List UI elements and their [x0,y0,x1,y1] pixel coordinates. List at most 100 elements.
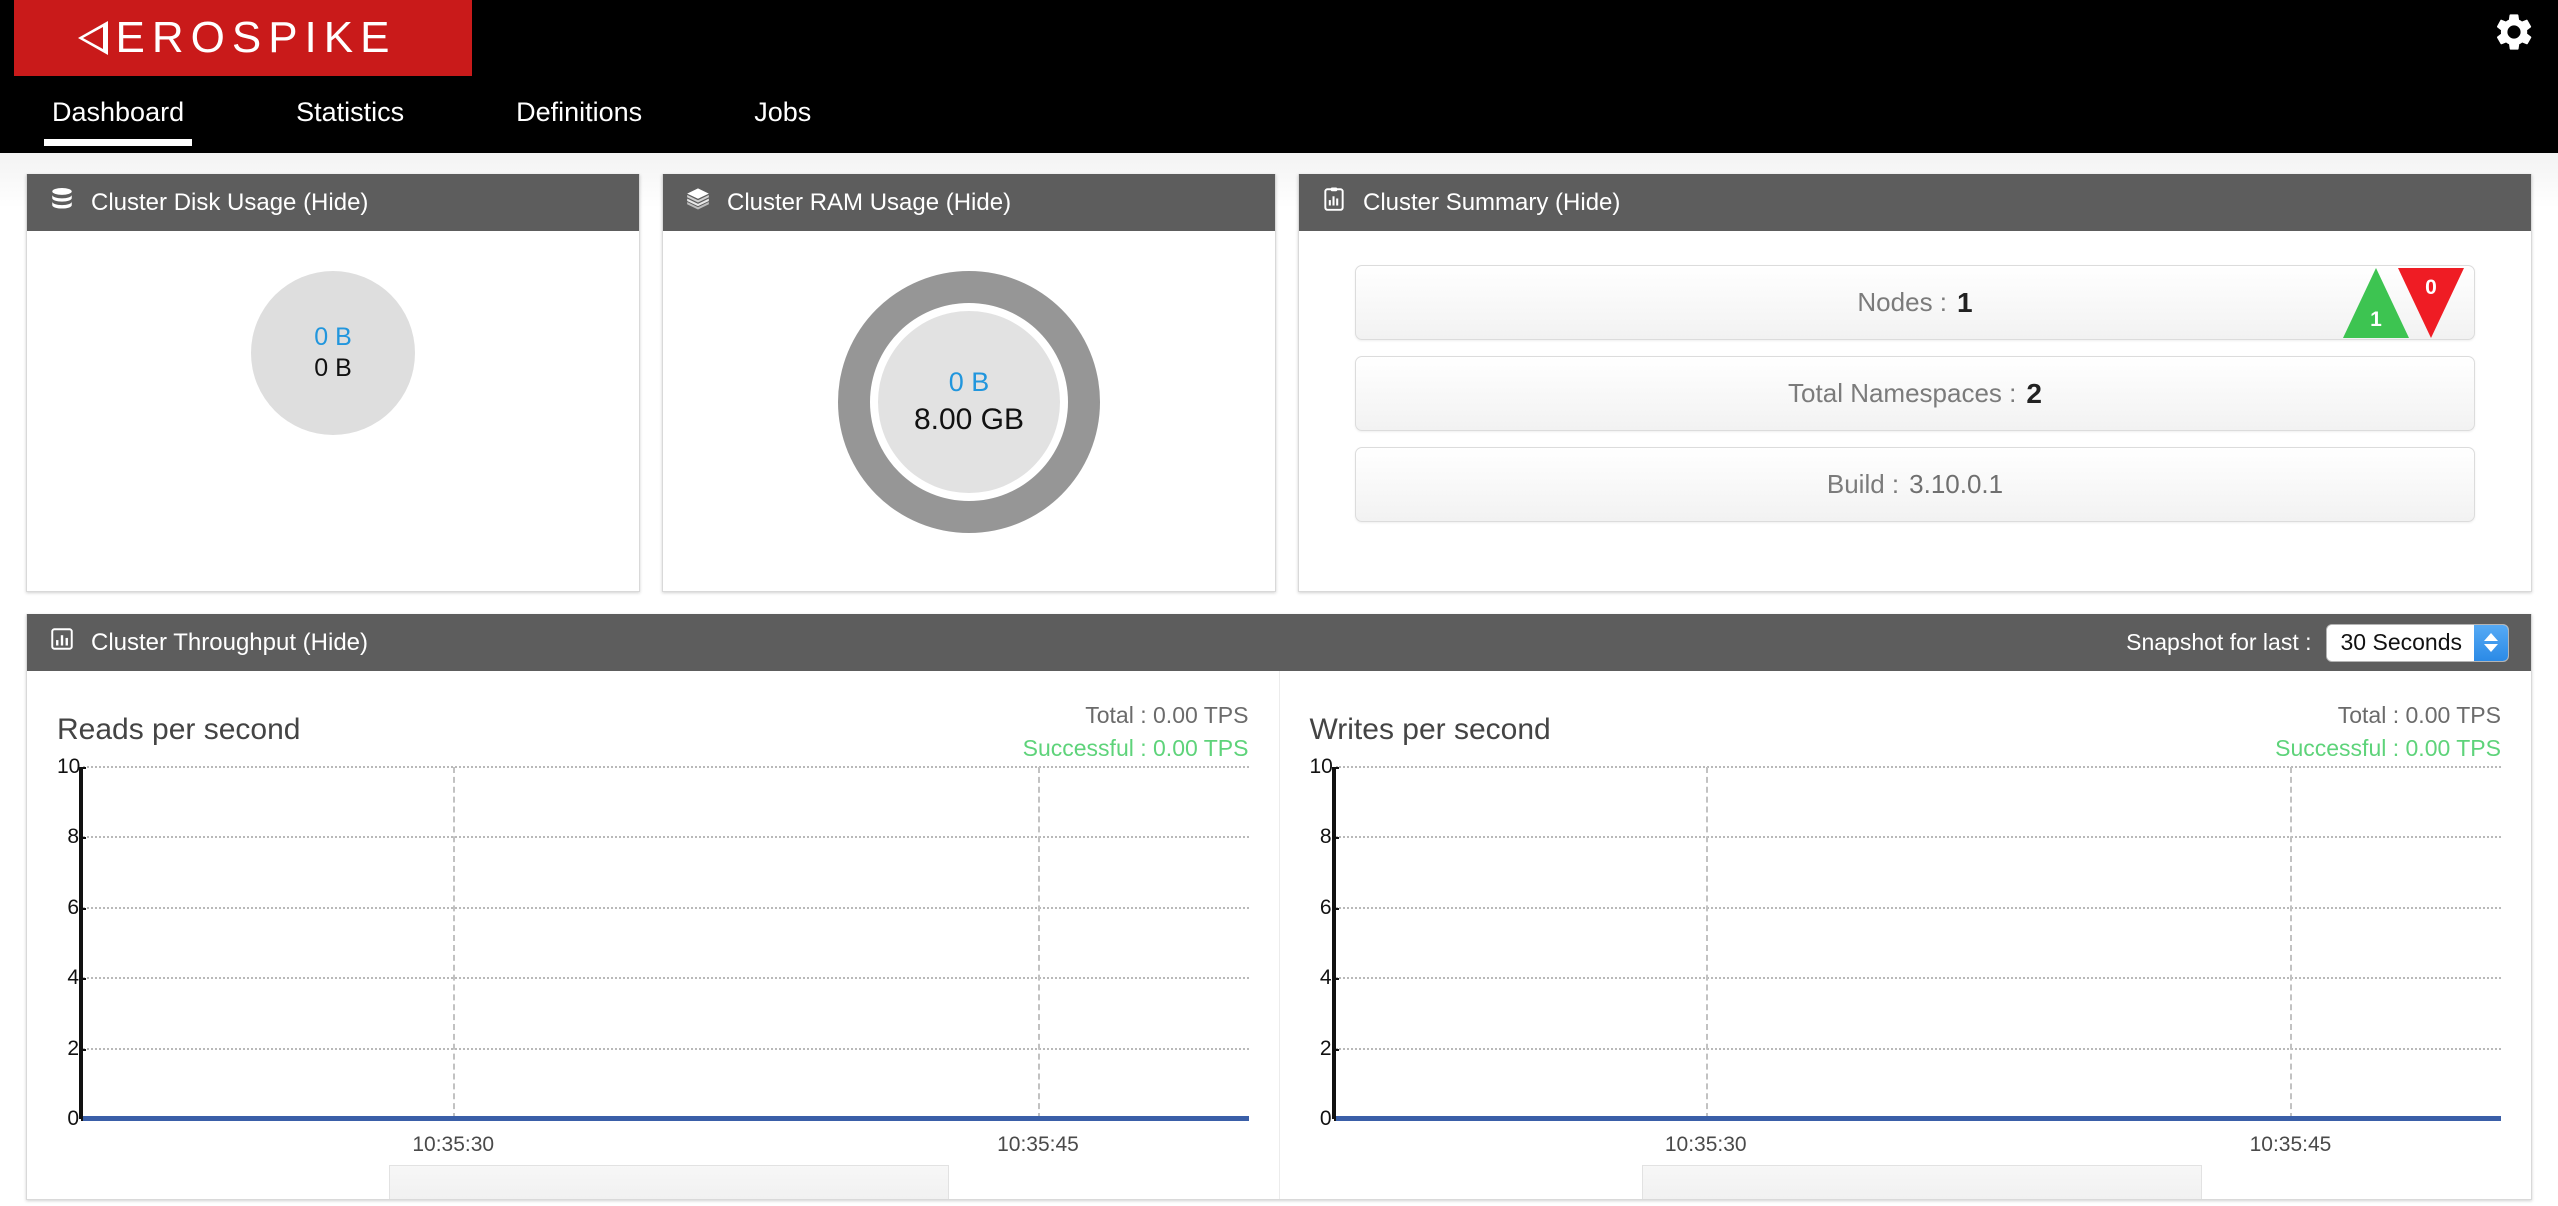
reads-xtick-2: 10:35:45 [997,1133,1079,1156]
database-disk-icon [49,186,75,219]
writes-ytick-2: 2 [1310,1037,1339,1061]
cluster-ram-usage-panel: Cluster RAM Usage (Hide) 0 B 8.00 GB [662,174,1276,592]
cluster-summary-title: Cluster Summary (Hide) [1363,188,1621,216]
writes-y-axis [1331,767,1336,1119]
reads-legend-box[interactable] [389,1165,949,1199]
cluster-summary-header[interactable]: Cluster Summary (Hide) [1299,174,2531,231]
node-status-badges: 1 0 [2343,268,2464,338]
writes-x-axis: 10:35:30 10:35:45 [1332,1119,2502,1165]
namespaces-label: Total Namespaces : [1788,378,2017,408]
tab-dashboard-label: Dashboard [52,97,185,127]
reads-ytick-2: 2 [57,1037,86,1061]
writes-plot-area: 10 8 6 4 2 0 [1310,755,2501,1130]
writes-per-second-chart: Writes per second Total : 0.00 TPS Succe… [1278,671,2532,1199]
cluster-throughput-body: Reads per second Total : 0.00 TPS Succes… [27,671,2531,1199]
reads-total-label: Total : [1085,702,1147,728]
reads-ytick-6: 6 [57,896,86,920]
reads-total-value: 0.00 TPS [1153,702,1249,728]
reads-total-stat: Total : 0.00 TPS [1023,699,1249,732]
writes-ytick-8: 8 [1310,825,1339,849]
writes-total-label: Total : [2337,702,2400,728]
reads-plot-area: 10 8 6 4 2 0 [57,755,1249,1130]
disk-used-value: 0 B [314,322,352,351]
reads-x-axis: 10:35:30 10:35:45 [79,1119,1249,1165]
build-value: 3.10.0.1 [1909,469,2004,499]
reads-ytick-10: 10 [57,755,86,778]
tab-jobs-label: Jobs [754,97,812,127]
nodes-label: Nodes : [1857,287,1948,317]
nodes-down-badge: 0 [2398,268,2464,338]
writes-xtick-2: 10:35:45 [2249,1133,2332,1156]
snapshot-select[interactable]: 30 Seconds [2325,623,2509,662]
reads-legend-area [79,1165,1249,1199]
reads-chart-stats: Total : 0.00 TPS Successful : 0.00 TPS [1023,699,1249,764]
cluster-ram-usage-body: 0 B 8.00 GB [663,231,1275,591]
writes-chart-title: Writes per second [1309,713,1551,746]
reads-ytick-8: 8 [57,825,86,849]
summary-row-namespaces: Total Namespaces : 2 [1355,356,2475,431]
ram-used-value: 0 B [948,366,990,397]
reads-xtick-1: 10:35:30 [412,1133,495,1156]
tab-statistics[interactable]: Statistics [296,77,404,128]
tab-definitions[interactable]: Definitions [516,77,642,128]
reads-y-axis [79,767,83,1119]
app-header: EROSPIKE Dashboard Statistics Definition… [0,0,2558,153]
writes-xtick-1: 10:35:30 [1664,1133,1747,1156]
writes-successful-stat: Successful : 0.00 TPS [2275,732,2501,765]
aerospike-triangle-icon [77,21,108,55]
cluster-throughput-panel: Cluster Throughput (Hide) Snapshot for l… [26,614,2532,1200]
cluster-disk-usage-body: 0 B 0 B [27,231,639,591]
tab-dashboard[interactable]: Dashboard [43,77,193,146]
cluster-disk-usage-panel: Cluster Disk Usage (Hide) 0 B 0 B [26,174,640,592]
reads-per-second-chart: Reads per second Total : 0.00 TPS Succes… [27,671,1279,1199]
gear-icon[interactable] [2492,10,2536,54]
logo-text: EROSPIKE [115,13,397,62]
reads-successful-stat: Successful : 0.00 TPS [1023,732,1249,765]
main-navigation: Dashboard Statistics Definitions Jobs [0,77,923,153]
cluster-throughput-header[interactable]: Cluster Throughput (Hide) Snapshot for l… [27,614,2531,671]
bar-chart-icon [49,626,75,659]
cluster-summary-panel: Cluster Summary (Hide) Nodes : 1 1 0 Tot… [1298,174,2532,592]
summary-row-build: Build : 3.10.0.1 [1355,447,2475,522]
reads-chart-header: Reads per second Total : 0.00 TPS Succes… [57,699,1249,767]
nodes-value: 1 [1957,286,1973,318]
writes-ytick-6: 6 [1310,896,1339,920]
snapshot-control: Snapshot for last : 30 Seconds [2126,623,2531,662]
reads-ytick-4: 4 [57,966,86,990]
reads-ytick-0: 0 [57,1107,86,1131]
reads-chart-title: Reads per second [57,713,301,746]
ram-total-value: 8.00 GB [913,403,1025,437]
writes-legend-box[interactable] [1641,1165,2202,1199]
summary-row-nodes: Nodes : 1 1 0 [1355,265,2475,340]
snapshot-label: Snapshot for last : [2126,629,2312,655]
disk-usage-gauge: 0 B 0 B [251,271,415,435]
writes-ytick-10: 10 [1309,755,1339,778]
cluster-ram-usage-header[interactable]: Cluster RAM Usage (Hide) [663,174,1275,231]
tab-statistics-label: Statistics [296,97,405,127]
tab-jobs[interactable]: Jobs [754,77,811,128]
cluster-throughput-title: Cluster Throughput (Hide) [91,628,369,656]
cluster-summary-body: Nodes : 1 1 0 Total Namespaces : 2 Build… [1299,231,2531,591]
aerospike-logo[interactable]: EROSPIKE [14,0,472,76]
writes-chart-header: Writes per second Total : 0.00 TPS Succe… [1310,699,2502,767]
nodes-down-count: 0 [2425,276,2437,299]
dashboard-content: Cluster Disk Usage (Hide) 0 B 0 B Cluste… [0,153,2558,1200]
cluster-disk-usage-title: Cluster Disk Usage (Hide) [91,188,369,216]
cube-layers-icon [685,186,711,219]
writes-total-stat: Total : 0.00 TPS [2275,699,2501,732]
ram-usage-gauge: 0 B 8.00 GB [838,271,1100,533]
chevron-updown-icon[interactable] [2474,624,2508,661]
cluster-disk-usage-header[interactable]: Cluster Disk Usage (Hide) [27,174,639,231]
disk-total-value: 0 B [314,354,352,382]
top-panel-row: Cluster Disk Usage (Hide) 0 B 0 B Cluste… [26,174,2532,592]
reads-successful-label: Successful : [1022,734,1147,761]
clipboard-chart-icon [1321,186,1347,219]
build-label: Build : [1826,469,1900,499]
writes-successful-label: Successful : [2275,734,2400,761]
tab-definitions-label: Definitions [516,97,643,127]
writes-successful-value: 0.00 TPS [2405,734,2501,761]
cluster-ram-usage-title: Cluster RAM Usage (Hide) [727,188,1012,216]
writes-ytick-4: 4 [1310,966,1339,990]
snapshot-selected-value: 30 Seconds [2326,624,2474,661]
writes-total-value: 0.00 TPS [2405,702,2501,728]
